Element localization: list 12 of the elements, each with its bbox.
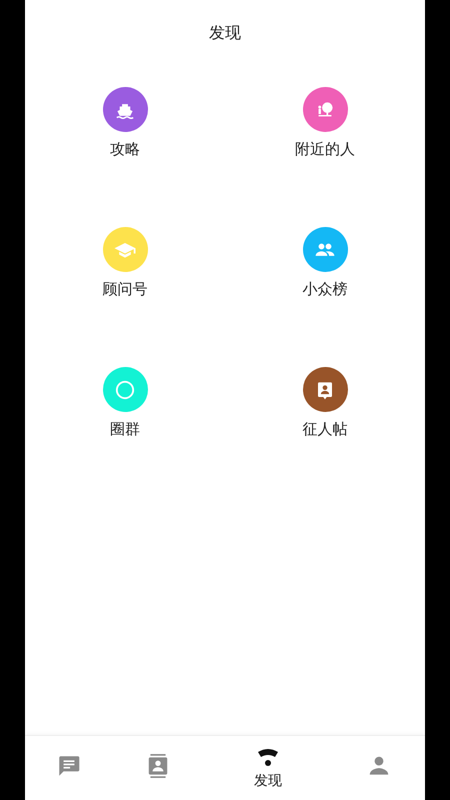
feature-label[interactable]: 顾问号: [102, 279, 148, 299]
page-title: 发现: [209, 22, 241, 44]
people-icon[interactable]: [302, 227, 348, 272]
tree-icon[interactable]: [302, 87, 348, 132]
tab-label[interactable]: 发现: [254, 772, 282, 790]
id-badge-icon[interactable]: [302, 367, 348, 412]
ship-icon[interactable]: [102, 87, 148, 132]
feature-label[interactable]: 征人帖: [302, 419, 348, 439]
feature-label[interactable]: 攻略: [110, 139, 140, 159]
feature-label[interactable]: 附近的人: [295, 139, 355, 159]
feature-label[interactable]: 小众榜: [302, 279, 348, 299]
feature-label[interactable]: 圈群: [110, 419, 140, 439]
